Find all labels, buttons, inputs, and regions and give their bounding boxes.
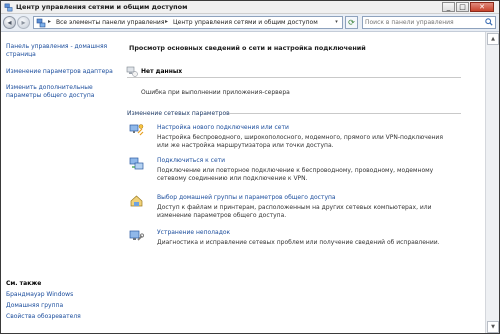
task-connect-network-desc: Подключение или повторное подключение к … (157, 167, 434, 182)
vertical-scrollbar[interactable]: ▲ ▼ (485, 32, 499, 333)
see-also-heading: См. также (6, 280, 42, 287)
refresh-icon[interactable]: ⟳ (345, 16, 358, 29)
see-also-firewall[interactable]: Брандмауэр Windows (6, 291, 116, 299)
connect-network-icon (129, 157, 144, 170)
breadcrumb-chevron-icon[interactable]: ▸ (48, 18, 51, 25)
task-homegroup-desc: Доступ к файлам и принтерам, расположенн… (157, 204, 432, 219)
back-button[interactable]: ◂ (3, 16, 16, 29)
homegroup-icon (130, 195, 143, 207)
scroll-up-icon[interactable]: ▲ (487, 33, 499, 45)
address-field[interactable]: ▸ Все элементы панели управления ▸ Центр… (33, 16, 343, 29)
maximize-button[interactable]: □ (456, 2, 469, 12)
see-also-internet-options[interactable]: Свойства обозревателя (6, 313, 116, 321)
address-dropdown-icon[interactable]: ▾ (332, 17, 341, 28)
network-icon (4, 3, 13, 12)
title-bar: Центр управления сетями и общим доступом… (1, 1, 499, 14)
new-connection-icon (129, 124, 144, 136)
breadcrumb-chevron-icon[interactable]: ▸ (165, 18, 168, 25)
task-troubleshoot-desc: Диагностика и исправление сетевых пробле… (157, 239, 440, 246)
task-new-connection-desc: Настройка беспроводного, широкополосного… (157, 134, 443, 149)
see-also-homegroup[interactable]: Домашняя группа (6, 302, 116, 310)
main-content: Просмотр основных сведений о сети и наст… (119, 32, 485, 333)
divider (229, 113, 461, 114)
task-new-connection[interactable]: Настройка нового подключения или сети (157, 124, 289, 131)
task-homegroup[interactable]: Выбор домашней группы и параметров общег… (157, 194, 336, 201)
window-title: Центр управления сетями и общим доступом (16, 3, 188, 11)
task-connect-network[interactable]: Подключиться к сети (157, 157, 225, 164)
address-bar: ◂ ▸ ▸ Все элементы панели управления ▸ Ц… (1, 14, 499, 32)
scroll-down-icon[interactable]: ▼ (487, 321, 499, 333)
search-icon[interactable] (485, 18, 493, 26)
network-icon (36, 18, 46, 28)
page-title: Просмотр основных сведений о сети и наст… (129, 44, 366, 52)
sidebar-link-adapter-settings[interactable]: Изменение параметров адаптера (6, 68, 116, 76)
sidebar: Панель управления - домашняя страница Из… (1, 32, 119, 333)
close-button[interactable]: ✕ (470, 2, 494, 12)
breadcrumb-control-panel[interactable]: Все элементы панели управления (56, 19, 164, 26)
forward-button[interactable]: ▸ (17, 16, 30, 29)
no-data-label: Нет данных (141, 68, 183, 75)
sidebar-link-sharing-settings[interactable]: Изменить дополнительные параметры общего… (6, 84, 116, 99)
network-icon (126, 66, 138, 77)
section-heading: Изменение сетевых параметров (127, 110, 230, 117)
task-troubleshoot[interactable]: Устранение неполадок (157, 229, 230, 236)
search-input[interactable] (362, 16, 496, 29)
window: Центр управления сетями и общим доступом… (0, 0, 500, 334)
troubleshoot-icon (129, 230, 144, 241)
minimize-button[interactable]: _ (442, 2, 455, 12)
breadcrumb-network-center[interactable]: Центр управления сетями и общим доступом (173, 19, 318, 26)
error-message: Ошибка при выполнении приложения-сервера (141, 89, 290, 96)
divider (127, 77, 461, 78)
sidebar-link-home[interactable]: Панель управления - домашняя страница (6, 43, 116, 58)
